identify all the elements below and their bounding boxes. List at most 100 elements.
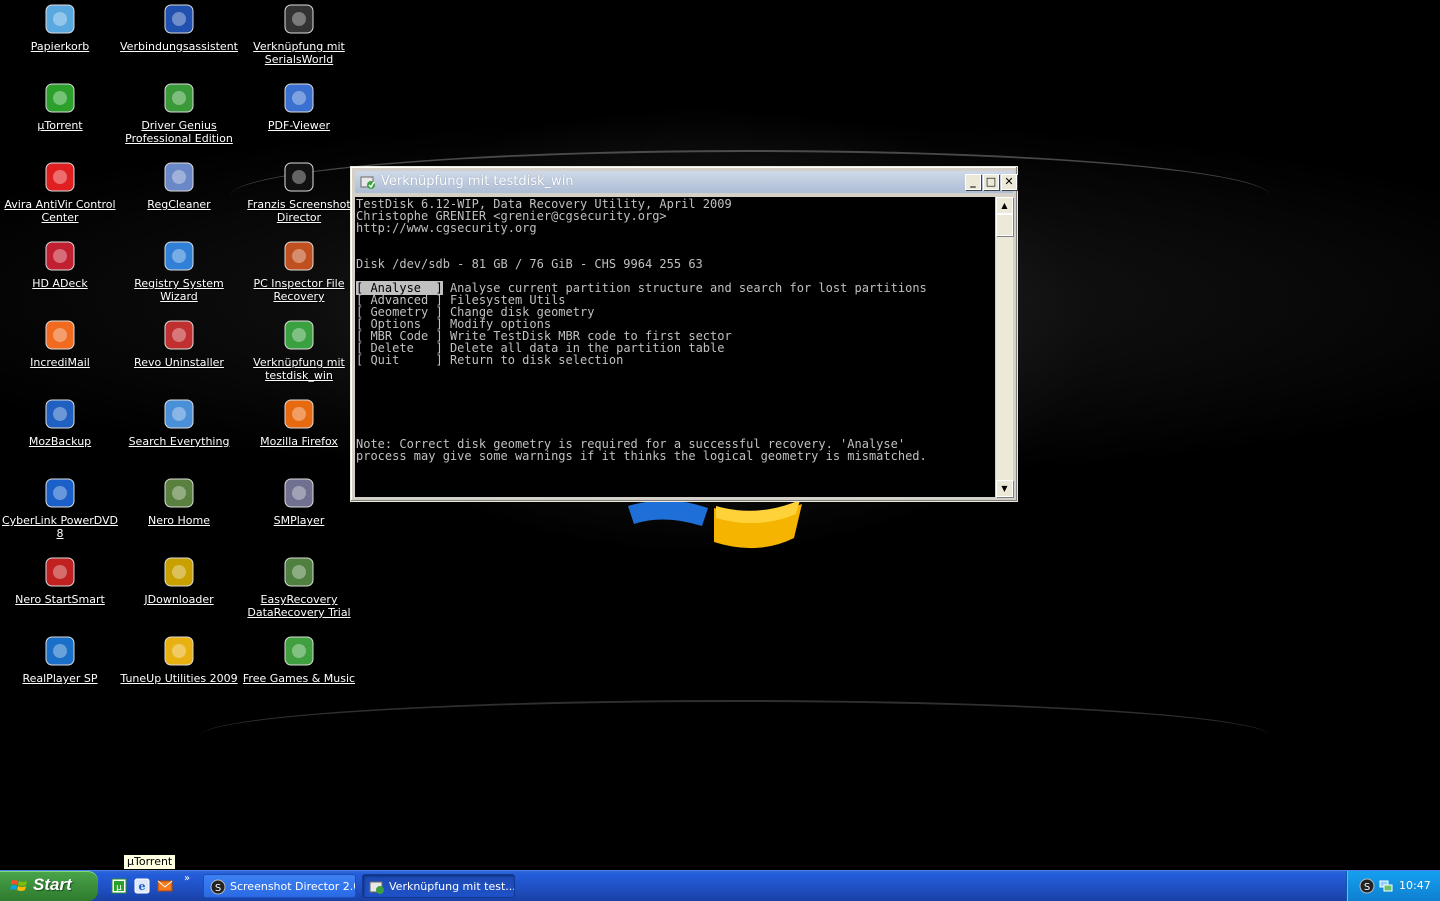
desktop-icon[interactable]: Driver Genius Professional Edition <box>120 81 238 145</box>
desktop-icon[interactable]: PC Inspector File Recovery <box>240 239 358 303</box>
minimize-icon: _ <box>970 175 976 188</box>
desktop-icon[interactable]: HD ADeck <box>1 239 119 290</box>
desktop-icon[interactable]: JDownloader <box>120 555 238 606</box>
vertical-scrollbar[interactable]: ▲ ▼ <box>996 197 1013 497</box>
desktop-icon[interactable]: EasyRecovery DataRecovery Trial <box>240 555 358 619</box>
desktop-icon-label: HD ADeck <box>32 277 88 290</box>
screenshot-director-icon[interactable]: S <box>1359 878 1375 894</box>
desktop-icon-label: TuneUp Utilities 2009 <box>120 672 238 685</box>
desktop-icon[interactable]: TuneUp Utilities 2009 <box>120 634 238 685</box>
desktop-icon-label: Verbindungsassistent <box>120 40 238 53</box>
clock: 10:47 <box>1399 879 1431 892</box>
serialsworld-icon <box>282 2 316 36</box>
window-titlebar[interactable]: Verknüpfung mit testdisk_win _ □ ✕ <box>355 171 1017 193</box>
mozbackup-icon <box>43 397 77 431</box>
task-label: Verknüpfung mit test... <box>389 880 515 893</box>
desktop-icon[interactable]: Verbindungsassistent <box>120 2 238 53</box>
incredimail-icon[interactable] <box>157 878 173 894</box>
realplayer-icon <box>43 634 77 668</box>
desktop-icon[interactable]: RealPlayer SP <box>1 634 119 685</box>
screenshot-director-icon: S <box>210 879 226 895</box>
desktop-icon-label: Free Games & Music <box>242 672 356 685</box>
hd-adeck-icon <box>43 239 77 273</box>
desktop-icon-label: µTorrent <box>37 119 83 132</box>
free-games-icon <box>282 634 316 668</box>
utorrent-icon[interactable]: µ <box>111 878 127 894</box>
desktop-icon[interactable]: Mozilla Firefox <box>240 397 358 448</box>
desktop-icon[interactable]: MozBackup <box>1 397 119 448</box>
desktop-icon[interactable]: Free Games & Music <box>240 634 358 685</box>
desktop-icon-label: EasyRecovery DataRecovery Trial <box>247 593 351 619</box>
minimize-button[interactable]: _ <box>965 174 981 190</box>
screenshot-director-icon <box>282 160 316 194</box>
desktop-icon[interactable]: Nero StartSmart <box>1 555 119 606</box>
desktop-icon[interactable]: Revo Uninstaller <box>120 318 238 369</box>
system-tray: S 10:47 <box>1346 871 1440 901</box>
desktop-icon[interactable]: Avira AntiVir Control Center <box>1 160 119 224</box>
taskbar-button-screenshot-director[interactable]: S Screenshot Director 2.0 <box>203 874 356 898</box>
maximize-button[interactable]: □ <box>983 174 999 190</box>
desktop-icon[interactable]: SMPlayer <box>240 476 358 527</box>
window-title: Verknüpfung mit testdisk_win <box>381 174 574 189</box>
maximize-icon: □ <box>985 175 997 188</box>
desktop-icon[interactable]: Registry System Wizard <box>120 239 238 303</box>
desktop-icon[interactable]: µTorrent <box>1 81 119 132</box>
pdf-viewer-icon <box>282 81 316 115</box>
wallpaper-arc-bottom <box>200 700 1270 772</box>
desktop-icon[interactable]: Papierkorb <box>1 2 119 53</box>
ie-icon[interactable]: e <box>134 878 150 894</box>
desktop-icon[interactable]: Search Everything <box>120 397 238 448</box>
pc-inspector-icon <box>282 239 316 273</box>
disk-info-line: Disk /dev/sdb - 81 GB / 76 GiB - CHS 996… <box>356 257 703 271</box>
desktop-icon[interactable]: Nero Home <box>120 476 238 527</box>
scroll-thumb[interactable] <box>996 214 1013 236</box>
firefox-icon <box>282 397 316 431</box>
driver-genius-icon <box>162 81 196 115</box>
network-icon[interactable] <box>1378 878 1394 894</box>
geometry-note-line: process may give some warnings if it thi… <box>356 449 927 463</box>
desktop-icon[interactable]: IncrediMail <box>1 318 119 369</box>
scroll-up-button[interactable]: ▲ <box>996 197 1013 214</box>
desktop-icon[interactable]: Verknüpfung mit testdisk_win <box>240 318 358 382</box>
desktop-icon-label: Verknüpfung mit SerialsWorld <box>253 40 345 66</box>
desktop-icon-label: JDownloader <box>144 593 214 606</box>
desktop-icon-label: IncrediMail <box>30 356 90 369</box>
desktop-icon[interactable]: Verknüpfung mit SerialsWorld <box>240 2 358 66</box>
desktop-icon-label: PDF-Viewer <box>267 119 331 132</box>
desktop[interactable]: Papierkorb Verbindungsassistent Verknüpfun… <box>0 0 1440 870</box>
desktop-icon-label: MozBackup <box>28 435 92 448</box>
connection-wizard-icon <box>162 2 196 36</box>
menu-option-description: Return to disk selection <box>449 353 624 367</box>
desktop-icon-label: SMPlayer <box>273 514 325 527</box>
windows-flag-icon <box>10 880 27 891</box>
smplayer-icon <box>282 476 316 510</box>
svg-text:µ: µ <box>116 883 122 893</box>
jdownloader-icon <box>162 555 196 589</box>
desktop-icon[interactable]: PDF-Viewer <box>240 81 358 132</box>
close-button[interactable]: ✕ <box>1001 174 1017 190</box>
svg-text:e: e <box>139 880 146 893</box>
menu-option-quit[interactable]: [ Quit ] <box>356 353 443 367</box>
desktop-icon[interactable]: Franzis Screenshot Director <box>240 160 358 224</box>
testdisk-console-window[interactable]: Verknüpfung mit testdisk_win _ □ ✕ TestD… <box>350 166 1018 502</box>
recycle-bin-icon <box>43 2 77 36</box>
scroll-down-button[interactable]: ▼ <box>996 480 1013 497</box>
desktop-icon[interactable]: CyberLink PowerDVD 8 <box>1 476 119 540</box>
testdisk-shortcut-icon <box>369 881 384 894</box>
desktop-icon-label: RegCleaner <box>147 198 211 211</box>
desktop-icon-label: Search Everything <box>128 435 230 448</box>
regcleaner-icon <box>162 160 196 194</box>
powerdvd-icon <box>43 476 77 510</box>
desktop-icon-label: PC Inspector File Recovery <box>253 277 345 303</box>
quick-launch-chevron[interactable]: » <box>184 873 190 884</box>
start-label: Start <box>33 875 72 894</box>
terminal-text: TestDisk 6.12-WIP, Data Recovery Utility… <box>355 197 995 463</box>
terminal-output[interactable]: TestDisk 6.12-WIP, Data Recovery Utility… <box>355 197 995 497</box>
incredimail-icon <box>43 318 77 352</box>
start-button[interactable]: Start <box>0 871 98 901</box>
desktop-icon[interactable]: RegCleaner <box>120 160 238 211</box>
desktop-icon-label: Verknüpfung mit testdisk_win <box>253 356 345 382</box>
utorrent-icon <box>43 81 77 115</box>
taskbar-button-testdisk[interactable]: Verknüpfung mit test... <box>362 874 515 898</box>
tooltip: µTorrent <box>123 854 177 870</box>
